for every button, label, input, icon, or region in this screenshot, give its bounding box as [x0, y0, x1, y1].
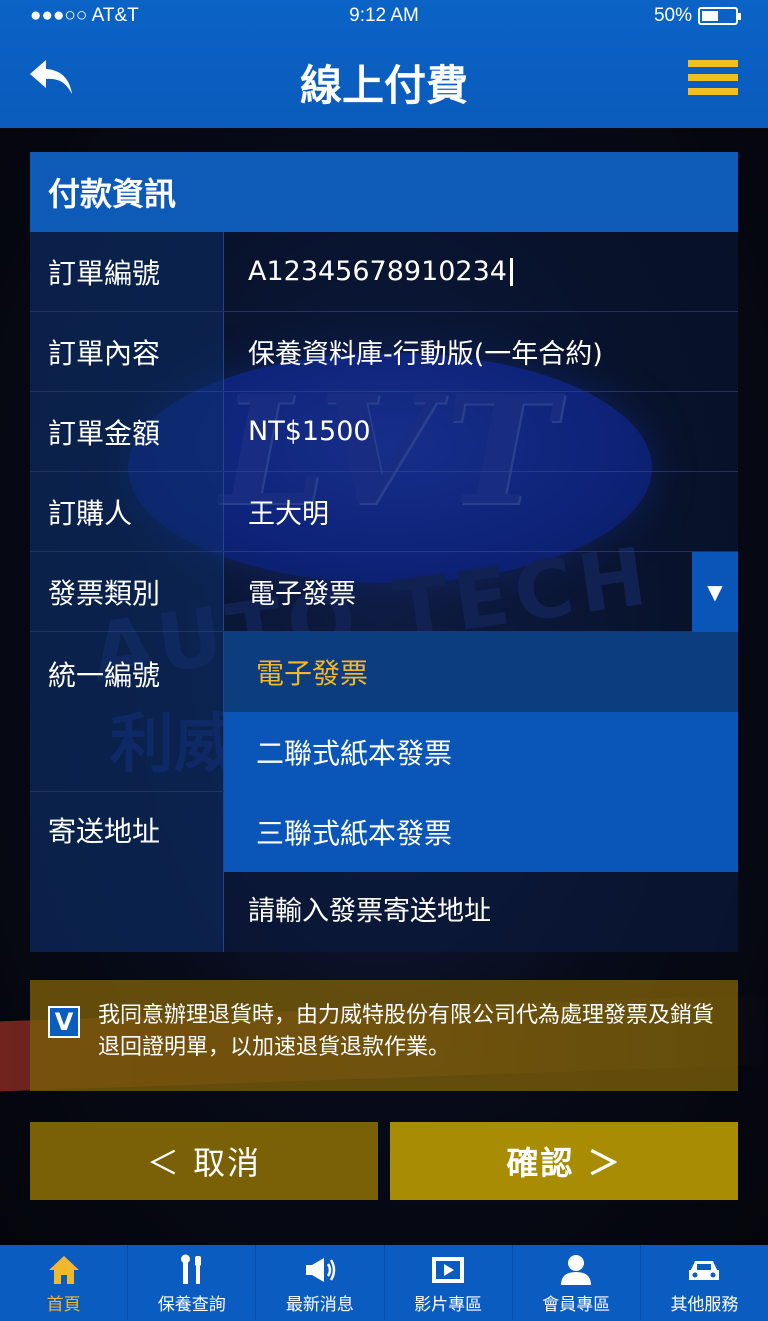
text-cursor: [509, 257, 513, 286]
agreement-box: V 我同意辦理退貨時，由力威特股份有限公司代為處理發票及銷貨退回證明單，以加速退…: [30, 980, 738, 1091]
tools-icon: [180, 1254, 201, 1284]
order-number-label: 訂單編號: [30, 232, 224, 311]
confirm-button[interactable]: 確認 ＞: [390, 1122, 738, 1200]
address-placeholder: 請輸入發票寄送地址: [248, 896, 491, 927]
order-content-row: 訂單內容 保養資料庫-行動版(一年合約): [30, 312, 738, 392]
order-content-value: 保養資料庫-行動版(一年合約): [224, 312, 738, 391]
battery-percent: 50%: [653, 5, 692, 26]
agree-checkbox[interactable]: V: [48, 1006, 80, 1038]
hamburger-menu-icon[interactable]: [688, 60, 738, 98]
home-icon: [48, 1256, 79, 1284]
megaphone-icon: [305, 1258, 336, 1282]
dropdown-option-e-invoice[interactable]: 電子發票: [224, 632, 738, 712]
agreement-text: 我同意辦理退貨時，由力威特股份有限公司代為處理發票及銷貨退回證明單，以加速退貨退…: [98, 1003, 715, 1060]
invoice-type-select[interactable]: 電子發票 ▼: [224, 552, 738, 632]
user-icon: [561, 1255, 592, 1285]
buyer-value: 王大明: [224, 472, 738, 551]
payment-info-panel: 付款資訊 訂單編號 A12345678910234 訂單內容 保養資料庫-行動版…: [30, 152, 738, 952]
buyer-label: 訂購人: [30, 472, 224, 551]
tab-videos-label: 影片專區: [414, 1295, 483, 1315]
tab-member-label: 會員專區: [542, 1295, 611, 1315]
tab-member[interactable]: 會員專區: [513, 1245, 641, 1321]
status-bar: ●●●○○ AT&T 9:12 AM 50%: [0, 0, 768, 32]
bottom-tab-bar: 首頁 保養查詢 最新消息 影片專區 會員專區 其他服務: [0, 1245, 768, 1321]
tax-id-label: 統一編號: [30, 632, 224, 791]
order-number-row: 訂單編號 A12345678910234: [30, 232, 738, 312]
order-number-value: A12345678910234: [224, 232, 738, 311]
tab-news[interactable]: 最新消息: [256, 1245, 385, 1321]
order-amount-value: NT$1500: [224, 392, 738, 471]
battery-indicator: 50%: [653, 5, 741, 27]
tab-other-services[interactable]: 其他服務: [641, 1245, 768, 1321]
battery-icon: [698, 7, 741, 25]
tab-home-label: 首頁: [46, 1295, 81, 1315]
car-icon: [689, 1261, 720, 1280]
tab-maintenance-label: 保養查詢: [157, 1295, 226, 1315]
buyer-row: 訂購人 王大明: [30, 472, 738, 552]
tab-news-label: 最新消息: [285, 1295, 354, 1315]
order-amount-row: 訂單金額 NT$1500: [30, 392, 738, 472]
order-amount-label: 訂單金額: [30, 392, 224, 471]
video-icon: [432, 1257, 465, 1283]
dropdown-option-two-part-invoice[interactable]: 二聯式紙本發票: [224, 712, 738, 792]
invoice-type-dropdown-list: 電子發票 二聯式紙本發票 三聯式紙本發票: [224, 632, 738, 872]
tab-home[interactable]: 首頁: [0, 1245, 129, 1321]
invoice-type-row: 發票類別 電子發票 ▼: [30, 552, 738, 632]
invoice-type-label: 發票類別: [30, 552, 224, 631]
tab-videos[interactable]: 影片專區: [385, 1245, 513, 1321]
clock: 9:12 AM: [349, 5, 419, 26]
dropdown-arrow-icon[interactable]: ▼: [692, 552, 738, 632]
invoice-type-value: 電子發票: [248, 579, 356, 610]
tab-maintenance[interactable]: 保養查詢: [128, 1245, 257, 1321]
panel-title: 付款資訊: [30, 152, 738, 232]
tab-other-services-label: 其他服務: [670, 1295, 739, 1315]
address-label: 寄送地址: [30, 792, 224, 952]
order-number-text: A12345678910234: [248, 256, 507, 287]
cancel-button[interactable]: ＜ 取消: [30, 1122, 378, 1200]
dropdown-option-three-part-invoice[interactable]: 三聯式紙本發票: [224, 792, 738, 872]
order-content-label: 訂單內容: [30, 312, 224, 391]
app-header: ●●●○○ AT&T 9:12 AM 50% 線上付費: [0, 0, 768, 128]
battery-fill: [702, 11, 718, 21]
page-title: 線上付費: [299, 61, 468, 110]
